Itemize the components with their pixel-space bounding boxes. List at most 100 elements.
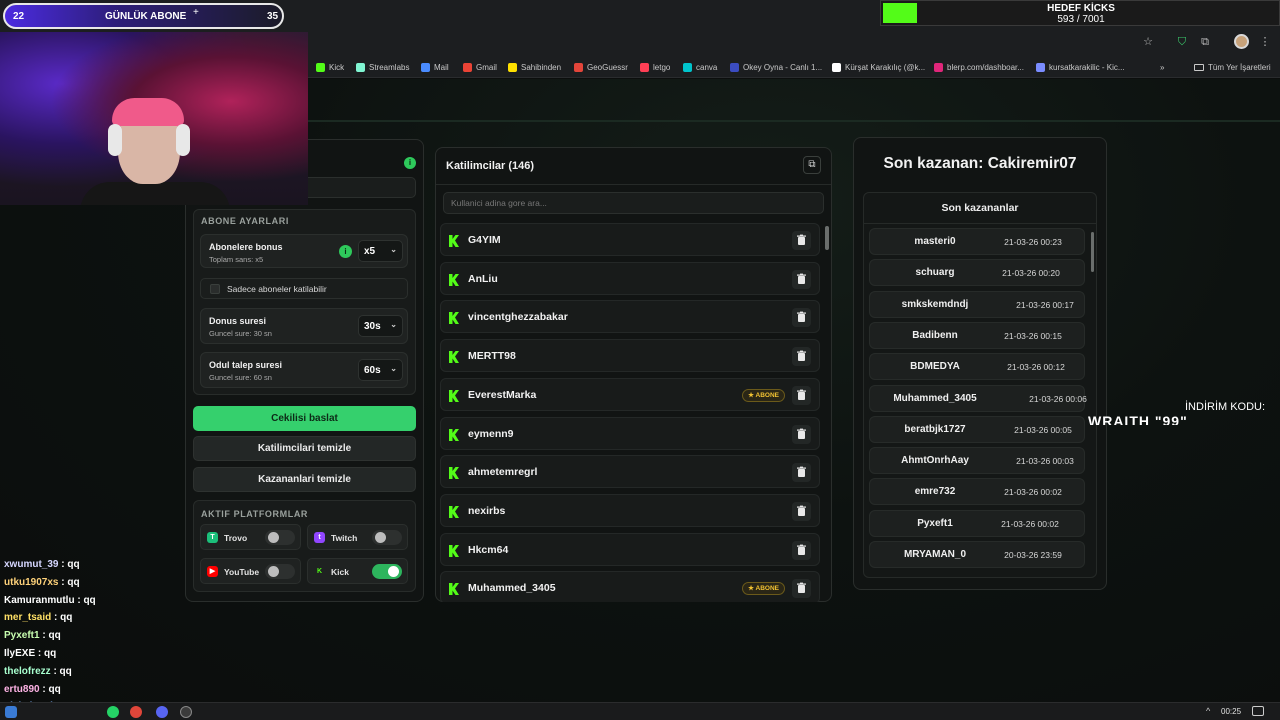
participant-name: EverestMarka — [468, 388, 537, 401]
bookmark-item[interactable]: blerp.com/dashboar... — [934, 60, 1024, 74]
promo-code-label: İNDİRİM KODU: — [1185, 401, 1266, 413]
all-bookmarks-button[interactable]: Tüm Yer İşaretleri — [1194, 60, 1271, 74]
participant-name: AnLiu — [468, 272, 498, 285]
extension-shield-icon[interactable]: ⛉ — [1175, 35, 1189, 49]
participant-row[interactable]: nexirbs — [440, 493, 820, 527]
platform-toggle[interactable] — [372, 564, 402, 579]
bookmark-label: Okey Oyna - Canlı 1... — [743, 62, 823, 72]
start-raffle-button[interactable]: Cekilisi baslat — [193, 406, 416, 431]
menu-icon[interactable]: ⋮ — [1258, 35, 1272, 49]
bookmark-item[interactable]: Kürşat Karakılıç (@k... — [832, 60, 925, 74]
obs-icon[interactable] — [180, 706, 192, 718]
recent-winners-divider — [864, 223, 1096, 224]
participants-scrollbar[interactable] — [825, 226, 829, 250]
trash-icon[interactable] — [792, 269, 811, 289]
start-icon[interactable] — [5, 706, 17, 718]
participant-name: Muhammed_3405 — [468, 582, 556, 595]
platform-toggle[interactable] — [265, 530, 295, 545]
platform-kick: K Kick — [307, 558, 408, 584]
chat-message: ertu890 : qq — [4, 684, 61, 695]
trash-icon[interactable] — [792, 231, 811, 250]
trash-icon[interactable] — [792, 501, 811, 521]
participant-row[interactable]: vincentghezzabakar — [440, 300, 820, 334]
extensions-icon[interactable]: ⧉ — [1198, 35, 1212, 49]
participant-list[interactable]: G4YIM AnLiu vincentghezzabakar MERTT98 Evere… — [440, 223, 820, 602]
bookmark-item[interactable]: kursatkarakilic - Kic... — [1036, 60, 1125, 74]
subscriber-bonus-title: Abonelere bonus — [209, 242, 283, 252]
whatsapp-icon[interactable] — [107, 706, 119, 718]
winner-row: emre732 21-03-26 00:02 — [869, 478, 1085, 506]
winner-date: 21-03-26 00:02 — [1001, 518, 1059, 529]
notification-icon[interactable] — [1252, 706, 1264, 716]
bookmarks-more-button[interactable]: » — [1160, 60, 1164, 74]
bookmark-item[interactable]: Mail — [421, 60, 449, 74]
participant-search-input[interactable] — [443, 192, 824, 214]
trash-icon[interactable] — [792, 579, 811, 599]
platform-trovo: T Trovo — [200, 524, 301, 550]
participant-row[interactable]: MERTT98 — [440, 339, 820, 373]
trash-icon[interactable] — [792, 424, 811, 444]
trash-icon[interactable] — [792, 385, 811, 405]
bookmark-item[interactable]: GeoGuessr — [574, 60, 628, 74]
settings-input[interactable] — [300, 177, 416, 198]
chrome-icon[interactable] — [130, 706, 142, 718]
bookmark-label: kursatkarakilic - Kic... — [1049, 62, 1125, 72]
headphones-left — [108, 124, 122, 156]
winner-row: AhmtOnrhAay 21-03-26 00:03 — [869, 447, 1085, 475]
bookmark-label: Kick — [329, 62, 345, 72]
participant-row[interactable]: eymenn9 — [440, 416, 820, 450]
platform-label: Twitch — [331, 533, 358, 543]
participant-row[interactable]: ahmetemregrl — [440, 455, 820, 489]
trash-icon[interactable] — [792, 347, 811, 367]
claim-duration-select[interactable]: 60s ⌄ — [358, 359, 403, 381]
sub-goal-target: 35 — [267, 11, 279, 22]
winners-scrollbar[interactable] — [1091, 232, 1094, 272]
bookmark-favicon-icon — [640, 62, 649, 72]
winner-row: Pyxeft1 21-03-26 00:02 — [869, 509, 1085, 537]
chat-username: ertu890 — [4, 683, 40, 695]
bookmark-label: Gmail — [476, 62, 497, 72]
winner-date: 21-03-26 00:05 — [1014, 424, 1072, 435]
chat-text: : qq — [39, 630, 61, 642]
participant-row[interactable]: AnLiu — [440, 261, 820, 295]
bonus-multiplier-select[interactable]: x5 ⌄ — [358, 240, 403, 262]
bookmark-item[interactable]: Kick — [316, 60, 344, 74]
platform-toggle[interactable] — [265, 564, 295, 579]
copy-icon[interactable]: ⧉ — [803, 156, 821, 174]
round-duration-select[interactable]: 30s ⌄ — [358, 315, 403, 337]
platform-toggle[interactable] — [372, 530, 402, 545]
clear-winners-button[interactable]: Kazananlari temizle — [193, 467, 416, 492]
profile-avatar[interactable] — [1234, 34, 1249, 49]
participant-row[interactable]: Muhammed_3405 ★ ABONE — [440, 571, 820, 602]
chevron-down-icon: ⌄ — [390, 320, 397, 329]
bookmark-item[interactable]: Sahibinden — [508, 60, 561, 74]
bookmark-item[interactable]: Okey Oyna - Canlı 1... — [730, 60, 822, 74]
star-icon[interactable]: ☆ — [1141, 35, 1155, 49]
only-subscribers-checkbox[interactable] — [210, 284, 220, 294]
bookmark-label: canva — [696, 62, 718, 72]
participant-row[interactable]: G4YIM — [440, 223, 820, 256]
bookmark-item[interactable]: canva — [683, 60, 717, 74]
bookmark-item[interactable]: Streamlabs — [356, 60, 409, 74]
subscriber-settings-title: ABONE AYARLARI — [201, 216, 289, 226]
kicks-goal-value: 593 / 7001 — [1057, 14, 1105, 25]
chat-username: thelofrezz — [4, 665, 51, 677]
info-icon[interactable]: i — [404, 157, 416, 169]
clear-participants-button[interactable]: Katilimcilari temizle — [193, 436, 416, 461]
trash-icon[interactable] — [792, 308, 811, 328]
kick-icon — [449, 273, 460, 286]
winner-row: beratbjk1727 21-03-26 00:05 — [869, 415, 1085, 443]
trash-icon[interactable] — [792, 540, 811, 560]
bookmark-item[interactable]: letgo — [640, 60, 670, 74]
bookmark-label: blerp.com/dashboar... — [947, 62, 1024, 72]
toggle-knob — [268, 532, 279, 543]
trash-icon[interactable] — [792, 463, 811, 483]
toggle-knob — [375, 532, 386, 543]
winner-name: smkskemdndj — [901, 298, 969, 310]
participant-row[interactable]: Hkcm64 — [440, 532, 820, 566]
discord-icon[interactable] — [156, 706, 168, 718]
only-subscribers-checkbox-row[interactable]: Sadece aboneler katilabilir — [200, 278, 408, 299]
participant-row[interactable]: EverestMarka ★ ABONE — [440, 377, 820, 411]
tray-chevron-icon[interactable]: ^ — [1206, 706, 1210, 716]
bookmark-item[interactable]: Gmail — [463, 60, 497, 74]
